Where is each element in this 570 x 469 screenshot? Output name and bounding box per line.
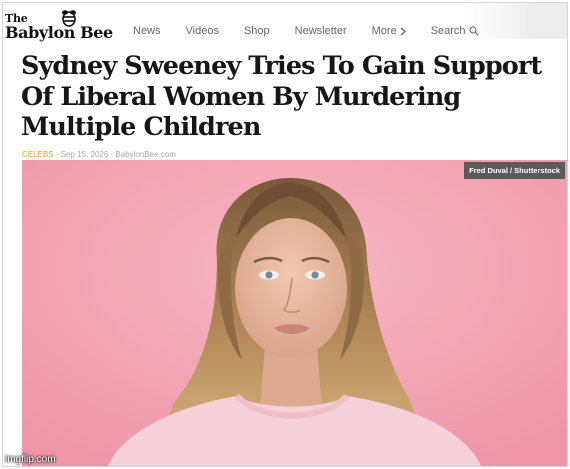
article-date-source: · Sep 15, 2026 · BabylonBee.com	[53, 150, 176, 159]
nav-newsletter[interactable]: Newsletter	[295, 25, 347, 37]
photo-credit: Fred Duval / Shutterstock	[464, 162, 565, 179]
nav-search-label: Search	[430, 25, 466, 37]
logo-name-text: Babylon Bee	[5, 23, 113, 42]
header-fade	[467, 3, 567, 39]
nav-shop[interactable]: Shop	[244, 25, 270, 37]
nav-newsletter-label: Newsletter	[294, 25, 347, 37]
site-header: The Babylon Bee News Videos Shop Newslet…	[3, 3, 567, 47]
nav-videos[interactable]: Videos	[186, 25, 219, 37]
article-photo: Fred Duval / Shutterstock	[22, 160, 567, 466]
nav-news[interactable]: News	[133, 25, 161, 37]
nav-more-label: More	[371, 25, 397, 37]
bee-icon	[62, 10, 76, 27]
category-link[interactable]: CELEBS	[22, 150, 54, 159]
main-nav: News Videos Shop Newsletter More Search	[133, 25, 479, 37]
imgflip-watermark: imgflip.com	[5, 454, 56, 465]
nav-videos-label: Videos	[185, 25, 219, 37]
article-headline[interactable]: Sydney Sweeney Tries To Gain Support Of …	[21, 51, 561, 143]
nav-more[interactable]: More	[372, 25, 406, 37]
page-frame: The Babylon Bee News Videos Shop Newslet…	[2, 2, 568, 467]
nav-news-label: News	[133, 25, 161, 37]
chevron-right-icon	[400, 27, 406, 35]
article-meta: CELEBS · Sep 15, 2026 · BabylonBee.com	[22, 150, 176, 159]
portrait-illustration	[22, 160, 567, 466]
nav-shop-label: Shop	[243, 25, 270, 37]
